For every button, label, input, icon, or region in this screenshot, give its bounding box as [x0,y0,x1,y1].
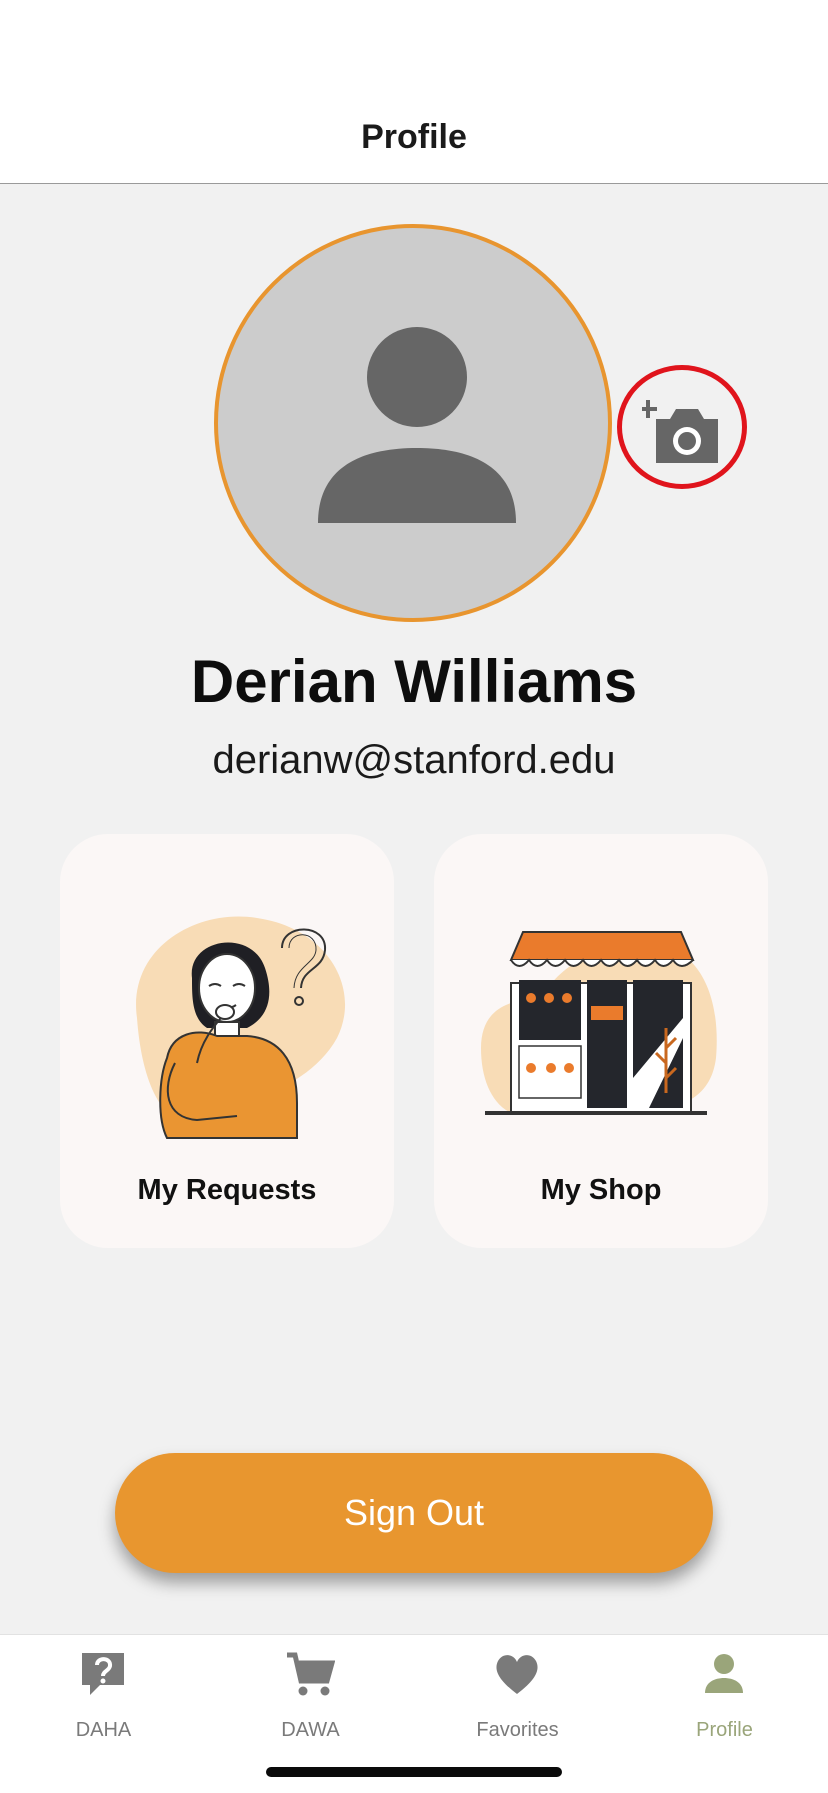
my-requests-card[interactable]: My Requests [60,834,394,1248]
sign-out-button[interactable]: Sign Out [115,1453,713,1573]
tab-daha-label: DAHA [75,1719,132,1741]
user-email: derianw@stanford.edu [212,738,616,782]
cart-icon [287,1652,335,1696]
person-thinking-illustration [136,916,346,1139]
avatar-placeholder-icon [318,327,516,523]
tab-favorites-label: Favorites [476,1719,559,1741]
add-photo-icon [642,400,718,463]
my-shop-card[interactable]: My Shop [434,834,768,1248]
tab-dawa[interactable]: DAWA [207,1635,414,1745]
tab-daha[interactable]: DAHA [0,1635,207,1745]
add-photo-button[interactable] [617,365,747,489]
home-indicator [266,1767,562,1777]
storefront-illustration [481,931,717,1115]
tab-favorites[interactable]: Favorites [414,1635,621,1745]
tab-profile-label: Profile [696,1719,753,1741]
tab-dawa-label: DAWA [281,1719,340,1741]
avatar[interactable] [214,224,612,622]
tab-profile[interactable]: Profile [621,1635,828,1745]
header: Profile [0,0,828,184]
my-shop-label: My Shop [540,1174,662,1206]
user-name: Derian Williams [190,648,638,715]
page-title: Profile [361,118,467,156]
heart-icon [496,1655,538,1694]
question-bubble-icon [82,1653,124,1695]
person-icon [705,1654,743,1693]
my-requests-label: My Requests [137,1174,317,1206]
